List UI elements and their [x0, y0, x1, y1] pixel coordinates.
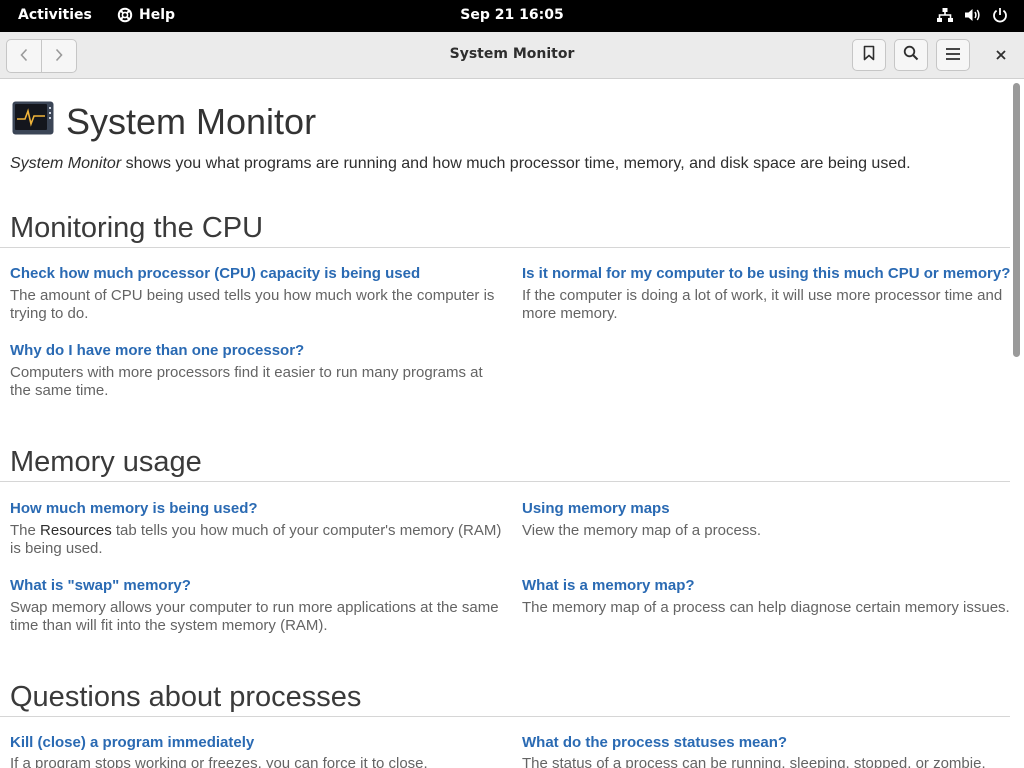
resources-tab-keyword: Resources [40, 522, 112, 539]
clock[interactable]: Sep 21 16:05 [460, 7, 563, 23]
topic-link-kill-program[interactable]: Kill (close) a program immediately [10, 734, 254, 751]
app-menu-label: Help [139, 7, 176, 23]
topic-description: The memory map of a process can help dia… [522, 599, 1010, 616]
topic-link-using-memory-maps[interactable]: Using memory maps [522, 500, 670, 517]
bookmark-icon [862, 45, 876, 65]
window-title: System Monitor [449, 46, 575, 62]
topic-link-swap-memory[interactable]: What is "swap" memory? [10, 577, 191, 594]
page-intro: System Monitor shows you what programs a… [10, 155, 911, 173]
chevron-right-icon [54, 47, 64, 66]
section-divider [0, 247, 1010, 248]
bookmark-button[interactable] [852, 39, 886, 71]
help-page-content: System Monitor System Monitor shows you … [0, 79, 1010, 768]
topic-description: If the computer is doing a lot of work, … [522, 287, 1003, 322]
topic-description: Computers with more processors find it e… [10, 364, 483, 399]
intro-app-name: System Monitor [10, 155, 122, 172]
system-monitor-app-icon [12, 101, 54, 140]
help-lifebuoy-icon [117, 7, 133, 23]
scrollbar-thumb[interactable] [1013, 83, 1020, 357]
network-wired-icon[interactable] [936, 7, 954, 23]
desc-text: The [10, 522, 41, 539]
app-menu[interactable]: Help [117, 7, 175, 23]
volume-icon[interactable] [964, 7, 982, 23]
page-title: System Monitor [66, 101, 317, 142]
section-title-monitoring-cpu: Monitoring the CPU [10, 212, 264, 244]
topic-description: View the memory map of a process. [522, 522, 761, 539]
intro-text: shows you what programs are running and … [121, 155, 911, 172]
vertical-scrollbar[interactable] [1010, 79, 1024, 768]
topic-description: The status of a process can be running, … [522, 755, 986, 768]
topic-link-memory-used[interactable]: How much memory is being used? [10, 500, 258, 517]
power-icon[interactable] [992, 7, 1008, 23]
topic-link-cpu-capacity[interactable]: Check how much processor (CPU) capacity … [10, 265, 420, 282]
topic-description: The Resources tab tells you how much of … [10, 522, 505, 558]
close-icon [995, 46, 1007, 65]
section-title-questions-processes: Questions about processes [10, 681, 362, 713]
hamburger-menu-icon [945, 46, 961, 65]
chevron-left-icon [19, 47, 29, 66]
topic-description: The amount of CPU being used tells you h… [10, 287, 495, 322]
system-tray[interactable] [936, 7, 1008, 23]
topic-link-process-statuses[interactable]: What do the process statuses mean? [522, 734, 787, 751]
topic-link-normal-cpu-memory[interactable]: Is it normal for my computer to be using… [522, 265, 1010, 282]
main-menu-button[interactable] [936, 39, 970, 71]
topic-link-what-is-memory-map[interactable]: What is a memory map? [522, 577, 695, 594]
section-divider [0, 481, 1010, 482]
page-header: System Monitor [12, 99, 317, 142]
navigation-buttons [6, 39, 77, 73]
activities-button[interactable]: Activities [18, 7, 92, 23]
topic-description: Swap memory allows your computer to run … [10, 599, 499, 634]
window-header-bar: System Monitor [0, 32, 1024, 79]
topic-description: If a program stops working or freezes, y… [10, 755, 428, 768]
topic-link-multiple-processors[interactable]: Why do I have more than one processor? [10, 342, 304, 359]
back-button[interactable] [7, 40, 41, 72]
section-divider [0, 716, 1010, 717]
close-window-button[interactable] [986, 39, 1016, 71]
gnome-top-bar: Activities Help Sep 21 16:05 [0, 0, 1024, 32]
section-title-memory-usage: Memory usage [10, 446, 202, 478]
forward-button[interactable] [41, 40, 76, 72]
search-icon [903, 45, 919, 65]
search-button[interactable] [894, 39, 928, 71]
